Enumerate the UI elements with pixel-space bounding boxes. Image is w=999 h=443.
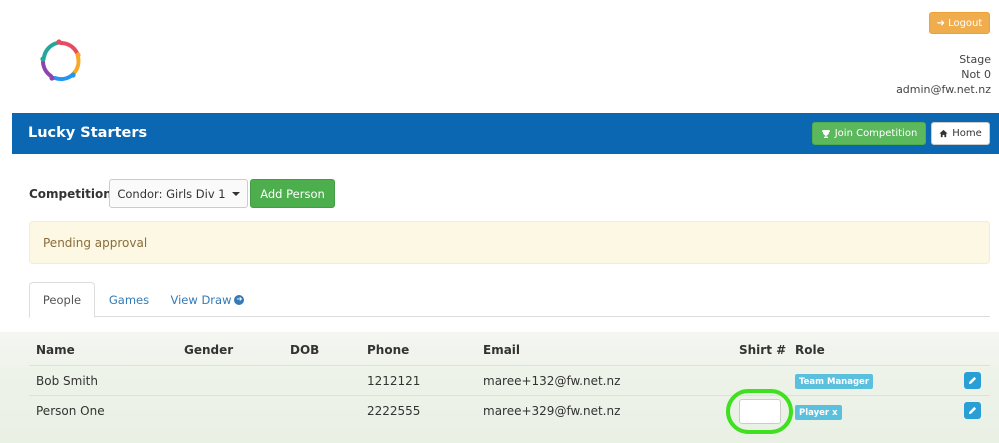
col-shirt-header: Shirt # — [739, 343, 787, 357]
row2-name: Person One — [36, 404, 105, 418]
row1-phone: 1212121 — [367, 374, 421, 388]
logout-label: Logout — [948, 17, 983, 29]
tab-view-draw[interactable]: View Draw ➜ — [165, 282, 250, 317]
col-phone-header: Phone — [367, 343, 410, 357]
user-line-status: Not 0 — [961, 68, 991, 81]
col-role-header: Role — [795, 343, 825, 357]
row1-email: maree+132@fw.net.nz — [483, 374, 621, 388]
pending-approval-alert: Pending approval — [29, 221, 990, 264]
row2-email: maree+329@fw.net.nz — [483, 404, 621, 418]
highlight-circle — [726, 389, 793, 434]
home-icon — [939, 129, 948, 138]
caret-down-icon — [231, 191, 240, 196]
row2-edit-button[interactable] — [964, 402, 981, 419]
role-badge-team-manager: Team Manager — [795, 374, 874, 389]
home-label: Home — [952, 128, 982, 139]
competition-dropdown[interactable]: Condor: Girls Div 1 — [109, 179, 248, 208]
row1-name: Bob Smith — [36, 374, 98, 388]
alert-text: Pending approval — [43, 235, 148, 250]
user-line-stage: Stage — [959, 53, 991, 66]
tab-bar: People Games View Draw ➜ — [29, 282, 990, 318]
tab-games-label: Games — [108, 292, 150, 307]
tab-games[interactable]: Games — [109, 282, 149, 317]
user-info: Stage Not 0 admin@fw.net.nz — [896, 52, 991, 97]
circle-arrow-right-icon: ➜ — [234, 294, 245, 305]
logo — [40, 39, 81, 82]
row2-phone: 2222555 — [367, 404, 421, 418]
tab-view-draw-label: View Draw — [170, 292, 232, 307]
tab-people[interactable]: People — [29, 282, 95, 318]
add-person-button[interactable]: Add Person — [250, 179, 335, 208]
user-email: admin@fw.net.nz — [896, 83, 991, 96]
col-name-header: Name — [36, 343, 75, 357]
col-dob-header: DOB — [290, 343, 320, 357]
col-email-header: Email — [483, 343, 521, 357]
tab-people-label: People — [42, 293, 82, 307]
sign-out-icon: ➜ — [936, 17, 946, 29]
competition-selected: Condor: Girls Div 1 — [117, 186, 226, 201]
pencil-icon — [968, 376, 977, 385]
pencil-icon — [968, 406, 977, 415]
logout-button[interactable]: ➜ Logout — [929, 12, 990, 34]
join-competition-button[interactable]: Join Competition — [812, 122, 926, 145]
row1-edit-button[interactable] — [964, 372, 981, 389]
home-button[interactable]: Home — [931, 122, 990, 145]
team-navbar: Lucky Starters Join Competition Home — [12, 113, 999, 154]
competition-label: Competition: — [29, 187, 117, 201]
join-competition-label: Join Competition — [834, 128, 918, 139]
trophy-icon — [821, 129, 830, 138]
col-gender-header: Gender — [184, 343, 234, 357]
team-title: Lucky Starters — [28, 125, 148, 141]
header-divider — [29, 365, 990, 366]
role-badge-player[interactable]: Player x — [795, 405, 842, 420]
row-divider — [29, 395, 990, 396]
